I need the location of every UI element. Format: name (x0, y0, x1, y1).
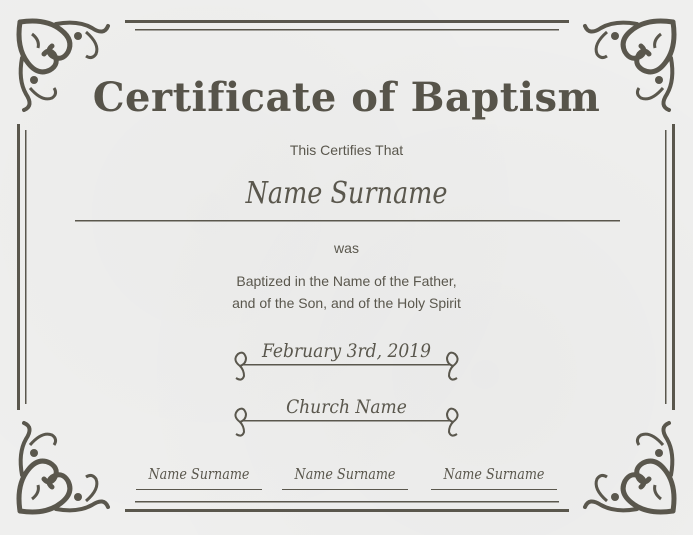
corner-flourish-icon (585, 423, 674, 512)
was-text: was (334, 240, 359, 256)
signature-line-1 (136, 489, 262, 490)
signature-name-2: Name Surname (294, 465, 396, 483)
baptism-statement: Baptized in the Name of the Father, and … (0, 270, 693, 314)
recipient-name: Name Surname (245, 176, 448, 211)
name-underline (75, 220, 620, 222)
signature-line-3 (431, 489, 557, 490)
certificate-page: Certificate of Baptism This Certifies Th… (0, 0, 693, 535)
signature-line-2 (282, 489, 408, 490)
statement-line-2: and of the Son, and of the Holy Spirit (232, 295, 461, 311)
statement-line-1: Baptized in the Name of the Father, (236, 273, 457, 289)
signature-name-1: Name Surname (148, 465, 250, 483)
signature-name-3: Name Surname (443, 465, 545, 483)
corner-flourish-icon (19, 423, 108, 512)
church-name: Church Name (286, 396, 407, 418)
certifies-text: This Certifies That (289, 142, 404, 158)
certificate-title: Certificate of Baptism (92, 74, 601, 121)
baptism-date: February 3rd, 2019 (261, 340, 432, 362)
